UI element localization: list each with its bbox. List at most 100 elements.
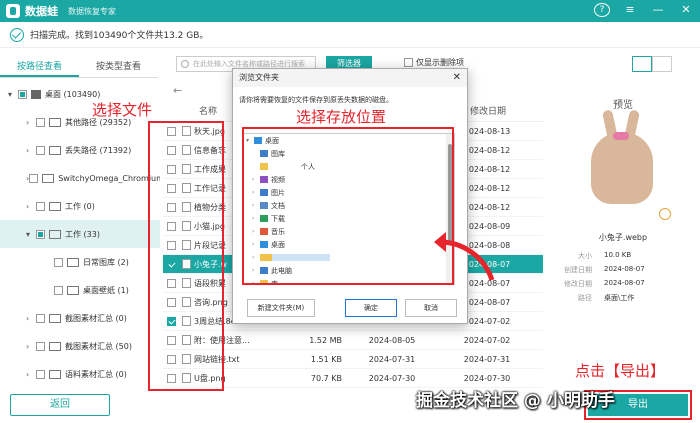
menu-icon[interactable]: ≡ bbox=[622, 3, 638, 17]
tree-checkbox[interactable] bbox=[36, 341, 45, 351]
tree-node[interactable]: 日常图库 (2) bbox=[0, 248, 160, 276]
drive-icon bbox=[31, 89, 41, 99]
app-tagline: 数据恢复专家 bbox=[68, 6, 116, 16]
meta-key: 修改日期 bbox=[564, 280, 592, 288]
back-arrow-icon[interactable]: ← bbox=[173, 84, 182, 97]
meta-row: 路径 桌面\工作 bbox=[546, 293, 700, 307]
folder-icon bbox=[67, 257, 79, 267]
expand-arrow-icon[interactable]: › bbox=[26, 146, 36, 155]
folder-icon bbox=[42, 173, 55, 183]
bunny-image bbox=[591, 109, 653, 204]
tree-node[interactable]: › 截图素材汇总 (50) bbox=[0, 332, 160, 360]
tree-checkbox[interactable] bbox=[54, 257, 63, 267]
file-modified: 2024-07-30 bbox=[463, 373, 511, 383]
file-created: 2024-08-05 bbox=[368, 335, 416, 345]
tree-node[interactable]: › 丢失路径 (71392) bbox=[0, 136, 160, 164]
tree-node-label: 语料素材汇总 (0) bbox=[65, 369, 127, 379]
expand-arrow-icon[interactable]: ▾ bbox=[8, 90, 18, 99]
meta-row: 大小 10.0 KB bbox=[546, 251, 700, 265]
only-deleted-option[interactable]: 仅显示删除项 bbox=[404, 57, 464, 68]
expand-arrow-icon[interactable]: › bbox=[26, 314, 36, 323]
preview-filename: 小兔子.webp bbox=[598, 233, 648, 242]
folder-icon bbox=[49, 117, 61, 127]
file-modified: 2024-07-31 bbox=[463, 354, 511, 364]
preview-title: 预览 bbox=[613, 100, 633, 111]
scan-status-bar: 扫描完成。找到103490个文件共13.2 GB。 bbox=[0, 22, 700, 48]
cancel-button[interactable]: 取消 bbox=[405, 299, 457, 317]
dialog-close-icon[interactable]: ✕ bbox=[453, 69, 461, 87]
annotation-arrow bbox=[434, 232, 495, 281]
tree-node-label: 工作 (0) bbox=[65, 201, 95, 211]
tree-node[interactable]: › 工作 (0) bbox=[0, 192, 160, 220]
annotation-click-export: 点击【导出】 bbox=[575, 362, 666, 380]
folder-tree: ▾ 桌面 (103490) › 其他路径 (29352) › 丢失路径 (71392) › S… bbox=[0, 80, 160, 388]
close-icon[interactable]: ✕ bbox=[678, 3, 694, 17]
app-logo-icon bbox=[6, 4, 20, 18]
tree-checkbox[interactable] bbox=[36, 369, 45, 379]
watermark: 掘金技术社区 @ 小明助手 bbox=[416, 391, 615, 411]
only-deleted-label: 仅显示删除项 bbox=[416, 58, 464, 67]
tree-node-label: 截图素材汇总 (50) bbox=[65, 341, 132, 351]
file-size: 1.51 KB bbox=[310, 354, 342, 364]
window-controls: ? ≡ — ✕ bbox=[594, 3, 694, 17]
folder-icon bbox=[49, 145, 61, 155]
annotation-select-files: 选择文件 bbox=[92, 101, 153, 119]
file-size: 1.52 MB bbox=[309, 335, 342, 345]
expand-arrow-icon[interactable]: › bbox=[26, 202, 36, 211]
tree-node-label: SwitchyOmega_Chromium bbox=[58, 173, 160, 183]
meta-row: 修改日期 2024-08-07 bbox=[546, 279, 700, 293]
annotation-file-box bbox=[148, 121, 224, 391]
tree-checkbox[interactable] bbox=[36, 145, 45, 155]
minimize-icon[interactable]: — bbox=[650, 3, 666, 17]
expand-arrow-icon[interactable]: › bbox=[26, 342, 36, 351]
tab-by-path[interactable]: 按路径查看 bbox=[0, 56, 79, 77]
ok-button[interactable]: 确定 bbox=[345, 299, 397, 317]
file-created: 2024-07-30 bbox=[368, 373, 416, 383]
view-tabs: 按路径查看 按类型查看 bbox=[0, 56, 158, 78]
new-folder-button[interactable]: 新建文件夹(M) bbox=[247, 299, 315, 317]
tree-node-label: 桌面 (103490) bbox=[45, 89, 101, 99]
tree-node-label: 日常图库 (2) bbox=[83, 257, 129, 267]
zoom-icon[interactable] bbox=[659, 208, 671, 220]
folder-icon bbox=[49, 313, 61, 323]
tree-node[interactable]: 桌面壁纸 (1) bbox=[0, 276, 160, 304]
folder-icon bbox=[49, 369, 61, 379]
meta-value: 桌面\工作 bbox=[604, 294, 635, 302]
tree-node[interactable]: › 语料素材汇总 (0) bbox=[0, 360, 160, 388]
meta-value: 10.0 KB bbox=[604, 251, 632, 259]
expand-arrow-icon[interactable]: ▾ bbox=[26, 230, 36, 239]
tree-node-label: 截图素材汇总 (0) bbox=[65, 313, 127, 323]
tree-node[interactable]: › SwitchyOmega_Chromium bbox=[0, 164, 160, 192]
tree-checkbox[interactable] bbox=[18, 89, 27, 99]
tab-by-type[interactable]: 按类型查看 bbox=[79, 56, 158, 77]
folder-icon bbox=[49, 341, 61, 351]
tree-checkbox[interactable] bbox=[54, 285, 63, 295]
back-button[interactable]: 返回 bbox=[10, 394, 110, 416]
annotation-select-location: 选择存放位置 bbox=[296, 108, 387, 126]
grid-view-icon[interactable] bbox=[632, 56, 652, 72]
tree-checkbox[interactable] bbox=[36, 117, 45, 127]
tree-node[interactable]: › 截图素材汇总 (0) bbox=[0, 304, 160, 332]
expand-arrow-icon[interactable]: › bbox=[26, 370, 36, 379]
preview-meta: 大小 10.0 KB 创建日期 2024-08-07 修改日期 2024-08-07 路径 桌… bbox=[546, 251, 700, 307]
tree-node-label: 工作 (33) bbox=[65, 229, 100, 239]
meta-key: 大小 bbox=[578, 252, 592, 260]
meta-key: 路径 bbox=[578, 294, 592, 302]
tree-checkbox[interactable] bbox=[29, 173, 39, 183]
tree-checkbox[interactable] bbox=[36, 313, 45, 323]
file-modified: 2024-07-02 bbox=[463, 335, 511, 345]
expand-arrow-icon[interactable]: › bbox=[26, 118, 36, 127]
meta-row: 创建日期 2024-08-07 bbox=[546, 265, 700, 279]
meta-key: 创建日期 bbox=[564, 266, 592, 274]
app-name: 数据蛙 bbox=[25, 5, 58, 18]
dialog-title-text: 浏览文件夹 bbox=[239, 73, 279, 82]
help-icon[interactable]: ? bbox=[594, 3, 610, 17]
tree-checkbox[interactable] bbox=[36, 229, 45, 239]
file-size: 70.7 KB bbox=[310, 373, 342, 383]
file-created: 2024-07-31 bbox=[368, 354, 416, 364]
tree-node[interactable]: ▾ 工作 (33) bbox=[0, 220, 160, 248]
list-view-icon[interactable] bbox=[652, 56, 672, 72]
dialog-title: 浏览文件夹 ✕ bbox=[233, 69, 467, 87]
tree-checkbox[interactable] bbox=[36, 201, 45, 211]
only-deleted-checkbox[interactable] bbox=[404, 58, 413, 67]
